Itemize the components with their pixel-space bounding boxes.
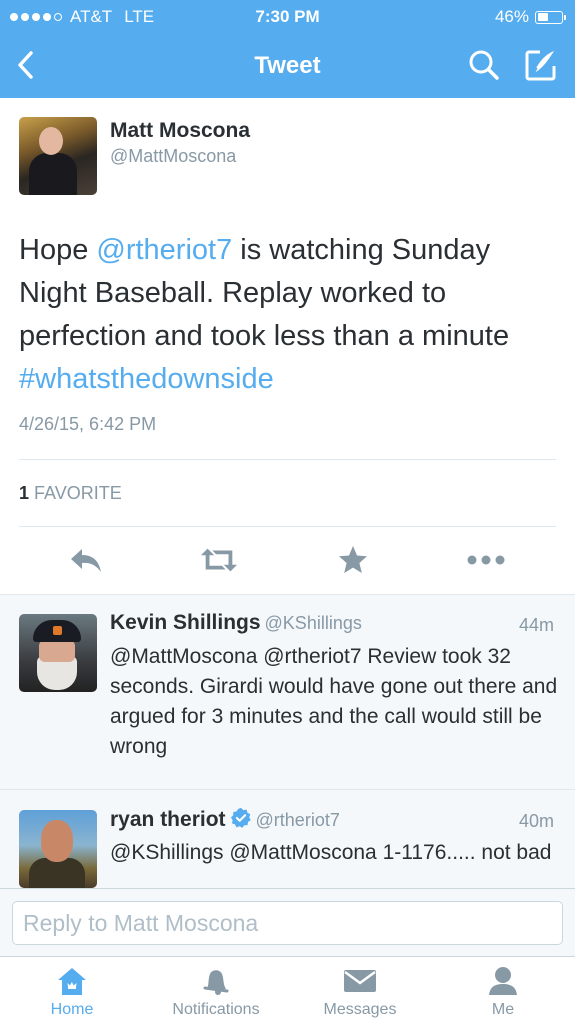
reply-text: @MattMoscona @rtheriot7 Review took 32 s… (110, 645, 558, 758)
home-icon (58, 968, 86, 995)
battery-percent: 46% (494, 7, 529, 26)
reply-author-name: ryan theriot (110, 808, 226, 831)
verified-badge-icon (230, 807, 251, 828)
compose-icon (525, 50, 556, 81)
reply-time: 44m (518, 615, 554, 635)
tab-home[interactable]: Home (12, 957, 132, 1024)
retweet-button[interactable] (199, 540, 239, 580)
mention-link[interactable]: @rtheriot7 (96, 234, 232, 266)
reply-button[interactable] (66, 540, 106, 580)
favorites-label: FAVORITE (34, 483, 122, 503)
reply-time: 40m (518, 811, 554, 831)
reply-tweet[interactable]: Kevin Shillings @KShillings 44m @MattMosc… (0, 595, 575, 790)
tweet-date: 4/26/15, 6:42 PM (19, 414, 157, 434)
favorite-icon (339, 546, 367, 573)
search-button[interactable] (466, 47, 502, 83)
more-icon (467, 555, 505, 565)
status-right: 46% (494, 7, 566, 27)
reply-input[interactable] (12, 901, 563, 945)
reply-author-name: Kevin Shillings (110, 611, 261, 634)
tab-messages[interactable]: Messages (300, 957, 420, 1024)
divider (19, 526, 556, 527)
retweet-icon (200, 548, 238, 572)
tab-notifications-label: Notifications (172, 1001, 260, 1018)
author-name[interactable]: Matt Moscona (110, 119, 250, 143)
tweet-text: Hope @rtheriot7 is watching Sunday Night… (19, 229, 564, 401)
divider (19, 459, 556, 460)
reply-text: @KShillings @MattMoscona 1-1176..... not… (110, 841, 552, 864)
compose-button[interactable] (522, 46, 560, 84)
person-icon (489, 967, 517, 995)
envelope-icon (344, 970, 376, 992)
author-handle[interactable]: @MattMoscona (110, 146, 236, 167)
status-time: 7:30 PM (255, 7, 320, 26)
favorites-count-row[interactable]: 1 FAVORITE (19, 483, 122, 504)
reply-author-handle: @rtheriot7 (255, 810, 340, 830)
favorite-button[interactable] (333, 540, 373, 580)
tab-messages-label: Messages (323, 1001, 397, 1018)
replies-list[interactable]: Kevin Shillings @KShillings 44m @MattMosc… (0, 594, 575, 888)
tab-bar: Home Notifications Messages Me (0, 956, 575, 1024)
header: AT&T LTE 7:30 PM 46% Tweet (0, 0, 575, 98)
author-avatar[interactable] (19, 117, 97, 195)
tweet-text-part: Hope (19, 234, 97, 266)
reply-icon (71, 549, 101, 572)
hashtag-link[interactable]: #whatsthedownside (19, 363, 274, 395)
battery-icon (535, 10, 566, 24)
reply-bar (0, 888, 575, 956)
nav-bar: Tweet (0, 34, 575, 98)
tab-notifications[interactable]: Notifications (156, 957, 276, 1024)
favorites-count: 1 (19, 483, 30, 503)
tab-home-label: Home (50, 1001, 94, 1018)
bell-icon (203, 970, 229, 995)
reply-author[interactable]: Kevin Shillings @KShillings (110, 611, 362, 635)
reply-avatar[interactable] (19, 810, 97, 888)
more-button[interactable] (466, 540, 506, 580)
search-icon (469, 50, 499, 80)
reply-avatar[interactable] (19, 614, 97, 692)
reply-author[interactable]: ryan theriot @rtheriot7 (110, 807, 340, 832)
tab-me-label: Me (491, 1001, 515, 1018)
reply-author-handle: @KShillings (264, 613, 362, 633)
status-bar: AT&T LTE 7:30 PM 46% (0, 0, 575, 34)
reply-tweet[interactable]: ryan theriot @rtheriot7 40m @KShillings @… (0, 791, 575, 888)
tab-me[interactable]: Me (443, 957, 563, 1024)
